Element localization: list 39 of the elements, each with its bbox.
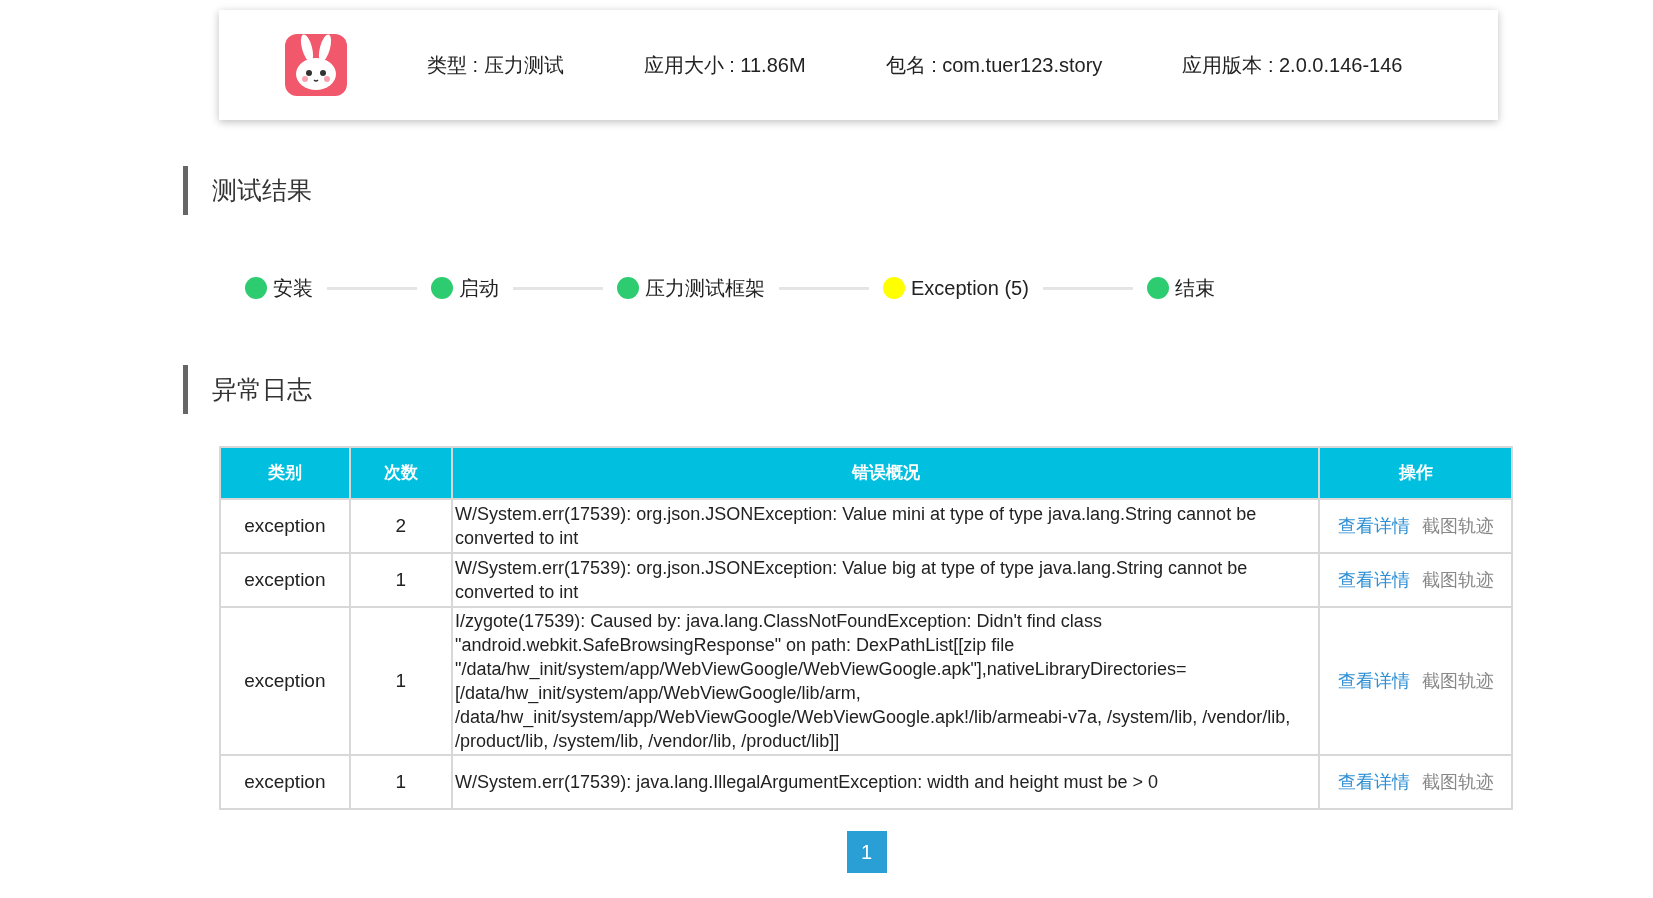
screenshot-trail-link[interactable]: 截图轨迹 [1421, 569, 1494, 590]
step-label: 安装 [273, 276, 313, 301]
app-info-field: 应用版本 : 2.0.0.146-146 [1182, 50, 1403, 80]
view-details-link[interactable]: 查看详情 [1337, 771, 1410, 792]
section-title: 测试结果 [212, 174, 312, 206]
table-cell: 1 [349, 553, 453, 607]
view-details-link[interactable]: 查看详情 [1337, 569, 1410, 590]
column-header: 次数 [349, 447, 453, 499]
table-cell: exception [220, 755, 350, 809]
table-cell: W/System.err(17539): java.lang.IllegalArgumentException: width and height must be > 0 [452, 755, 1320, 809]
column-header: 操作 [1319, 447, 1512, 499]
section-marker [183, 365, 188, 414]
page-button[interactable]: 1 [846, 831, 887, 873]
step-label: Exception (5) [911, 276, 1029, 301]
screenshot-trail-link[interactable]: 截图轨迹 [1421, 670, 1494, 691]
table-cell: 1 [349, 755, 453, 809]
app-info-field: 包名 : com.tuer123.story [885, 50, 1103, 80]
screenshot-trail-link[interactable]: 截图轨迹 [1421, 515, 1494, 536]
table-cell: exception [220, 607, 350, 755]
table-cell: exception [220, 499, 350, 553]
table-cell: 2 [349, 499, 453, 553]
section-marker [183, 166, 188, 215]
table-cell: 1 [349, 607, 453, 755]
step-label: 压力测试框架 [645, 276, 765, 301]
column-header: 类别 [220, 447, 350, 499]
column-header: 错误概况 [452, 447, 1320, 499]
table-cell: I/zygote(17539): Caused by: java.lang.ClassNotFoundException: Didn't find class "android.webkit.SafeBrowsingResponse" on path: DexPathList[[zip file "/data/hw_init/system/app/WebViewGoogle/WebViewGoogle.apk"],nativeLibraryDirectories= [/data/hw_init/system/app/WebViewGoogle/lib/arm, /data/hw_init/system/app/WebViewGoogle/WebViewGoogle.apk!/lib/armeabi-v7a, /system/lib, /vendor/lib, /product/lib, /system/lib, /vendor/lib, /product/lib]] [452, 607, 1320, 755]
view-details-link[interactable]: 查看详情 [1337, 515, 1410, 536]
bunny-app-icon [285, 34, 347, 96]
step-label: 启动 [459, 276, 499, 301]
app-info-field: 应用大小 : 11.86M [643, 50, 806, 80]
view-details-link[interactable]: 查看详情 [1337, 670, 1410, 691]
table-cell: exception [220, 553, 350, 607]
screenshot-trail-link[interactable]: 截图轨迹 [1421, 771, 1494, 792]
table-cell: W/System.err(17539): org.json.JSONException: Value mini at type of type java.lang.String cannot be converted to int [452, 499, 1320, 553]
table-cell: W/System.err(17539): org.json.JSONException: Value big at type of type java.lang.String cannot be converted to int [452, 553, 1320, 607]
app-info-field: 类型 : 压力测试 [427, 50, 564, 80]
section-title: 异常日志 [212, 373, 312, 405]
step-label: 结束 [1174, 276, 1215, 301]
